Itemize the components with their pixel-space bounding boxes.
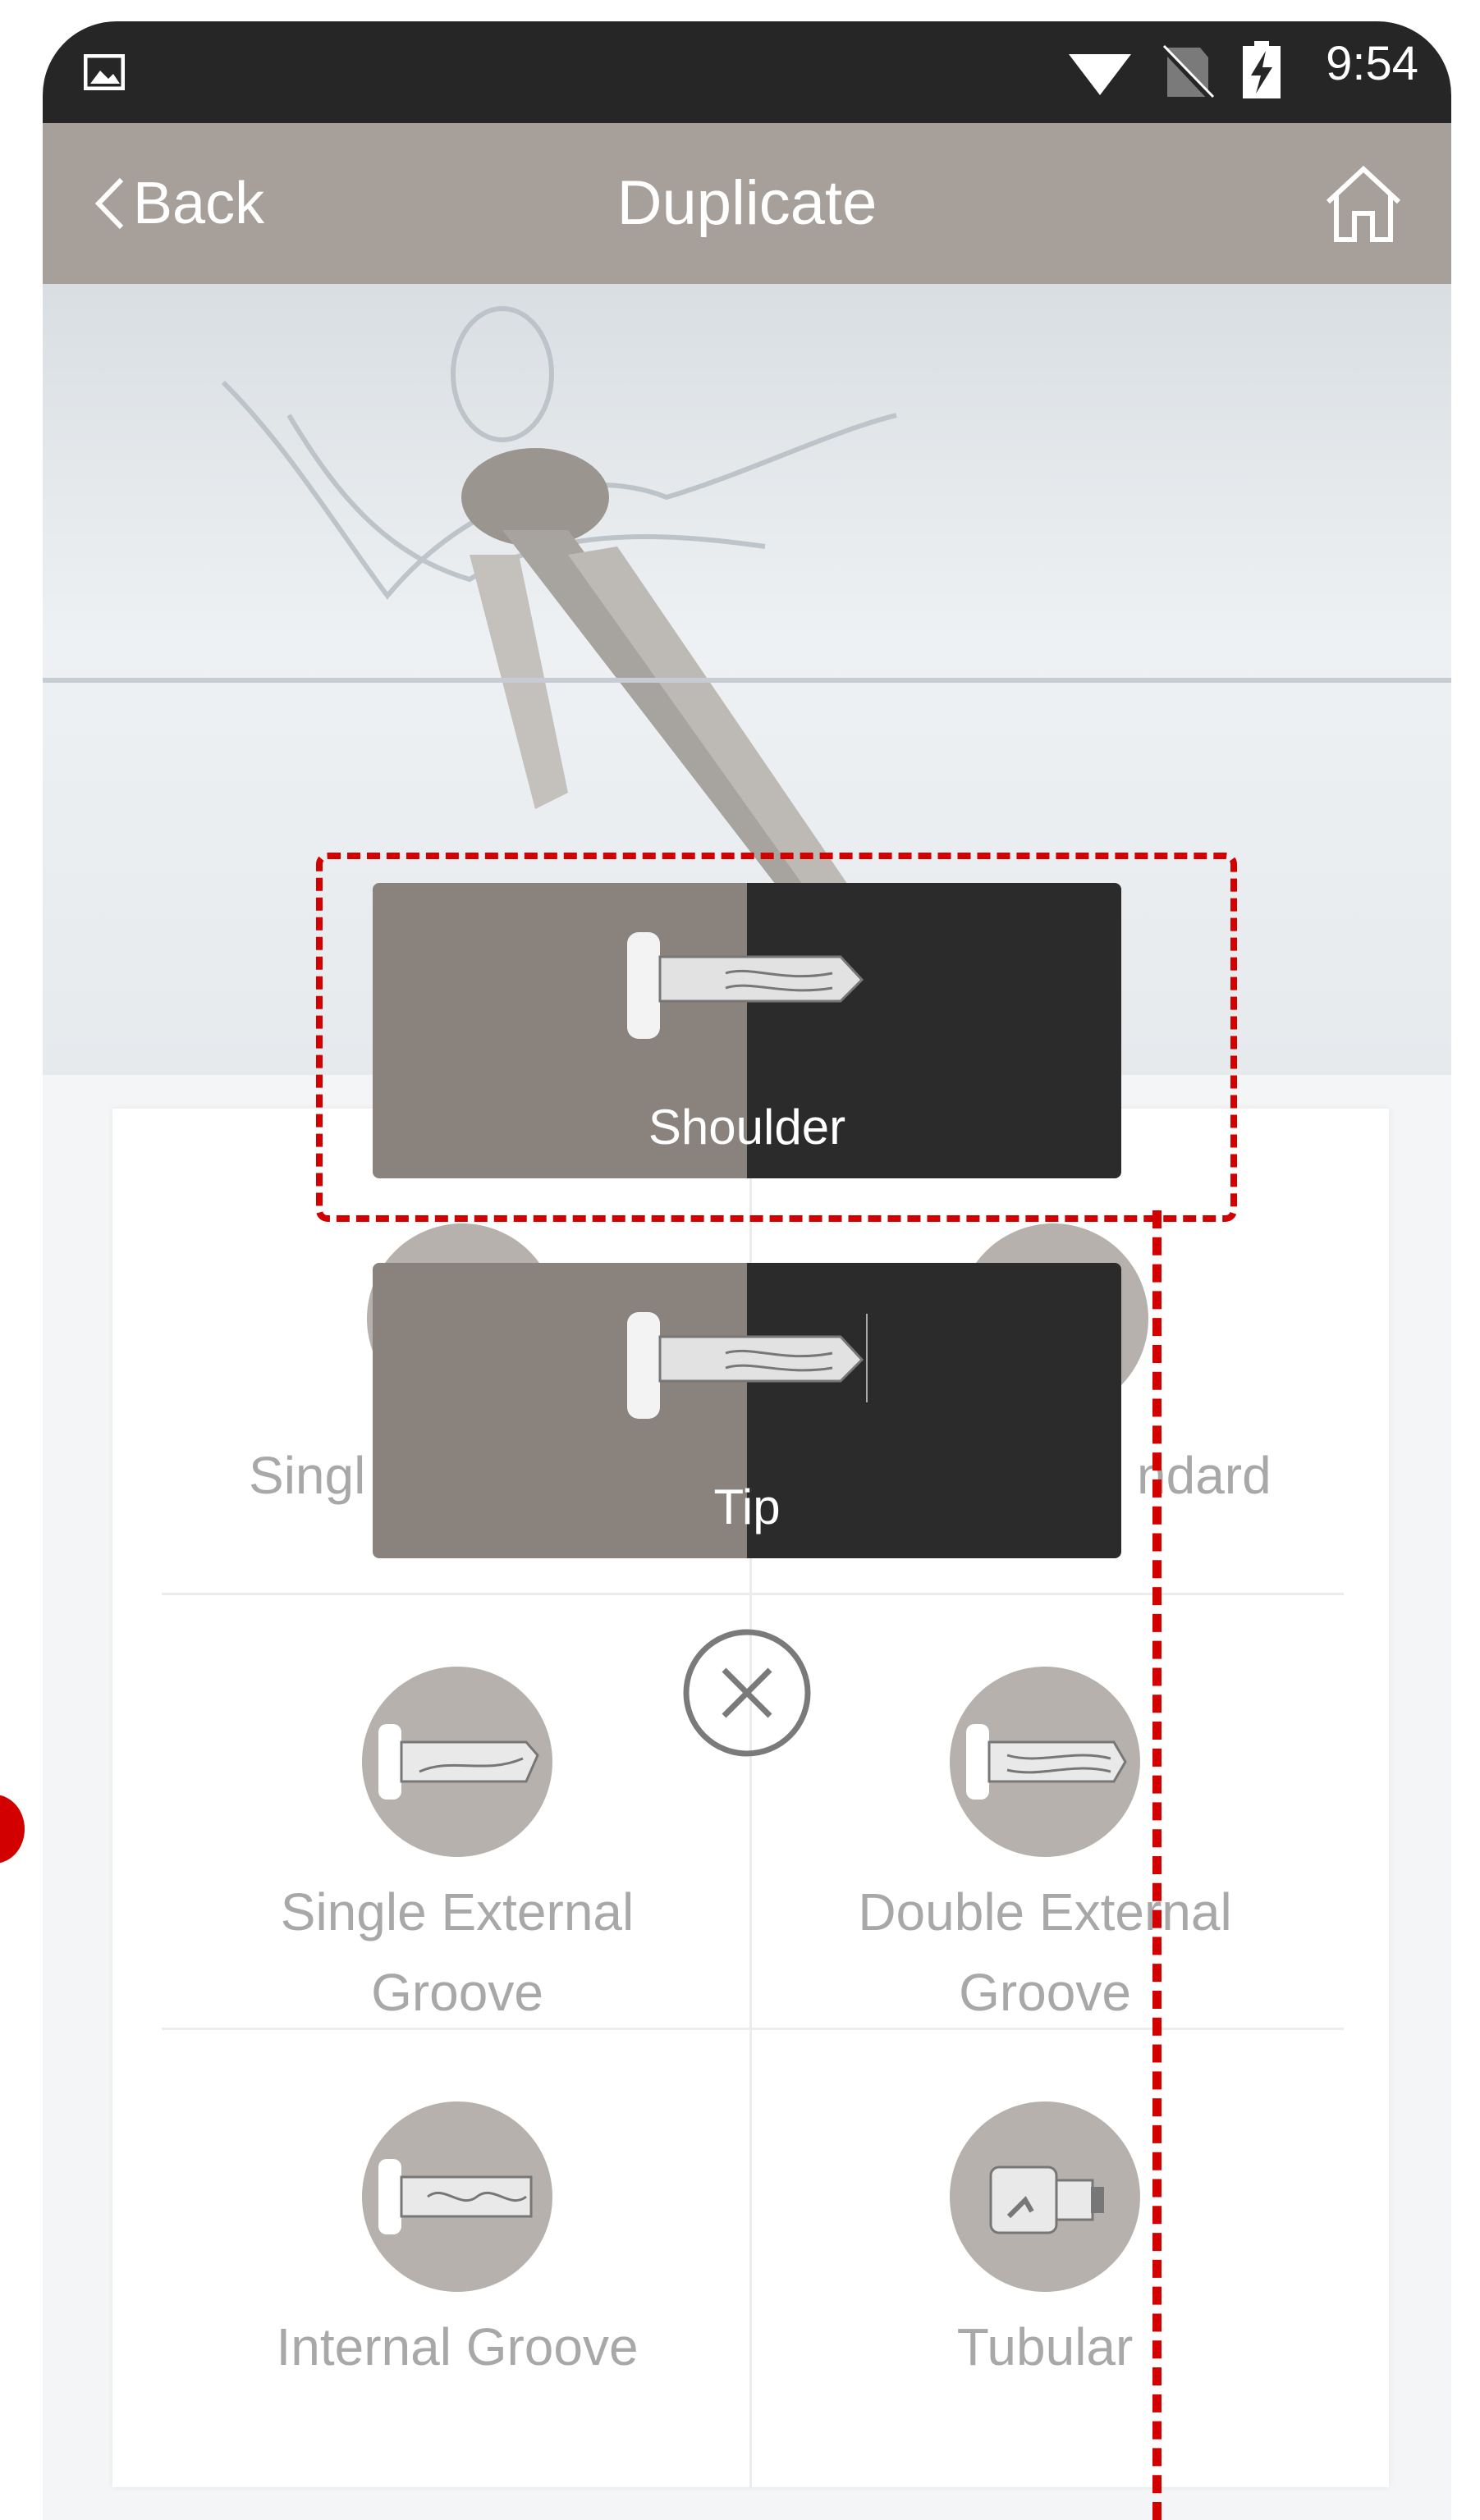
double-external-groove-key-icon	[950, 1667, 1140, 1857]
grid-divider	[162, 1593, 1344, 1595]
nav-bar: Back Duplicate	[43, 123, 1451, 284]
tip-option-label: Tip	[713, 1480, 781, 1534]
internal-groove-key-icon	[362, 2102, 552, 2292]
status-time: 9:54	[1326, 37, 1418, 90]
home-icon[interactable]	[1323, 162, 1404, 249]
close-button[interactable]	[680, 1626, 814, 1760]
key-type-label: Single External Groove	[280, 1882, 635, 2022]
key-type-label-partial: Singl	[249, 1446, 366, 1505]
annotation-marker	[0, 1795, 25, 1864]
key-type-label: Double External Groove	[858, 1882, 1232, 2022]
single-external-groove-key-icon	[362, 1667, 552, 1857]
status-icons	[1069, 39, 1299, 109]
wifi-icon	[1069, 54, 1131, 95]
battery-charging-icon	[1243, 41, 1281, 98]
annotation-pointer-line	[1152, 1210, 1162, 2520]
key-type-single-external-groove[interactable]: Single External Groove	[170, 1667, 745, 2033]
no-sim-icon	[1158, 43, 1216, 104]
key-type-tubular[interactable]: Tubular	[758, 2102, 1332, 2387]
page-title: Duplicate	[616, 168, 877, 238]
close-icon	[683, 1629, 811, 1757]
gallery-notification-icon	[83, 53, 126, 94]
phone-screen: 9:54 Back Duplicate Singl ndard Single E…	[43, 21, 1451, 2520]
highlight-annotation	[316, 853, 1237, 1222]
tip-option[interactable]: Tip	[373, 1263, 1121, 1558]
tubular-key-icon	[950, 2102, 1140, 2292]
status-bar: 9:54	[43, 21, 1451, 123]
key-type-internal-groove[interactable]: Internal Groove	[170, 2102, 745, 2387]
key-type-double-external-groove[interactable]: Double External Groove	[758, 1667, 1332, 2033]
key-type-label: Tubular	[956, 2317, 1134, 2376]
tip-key-icon	[627, 1312, 868, 1419]
key-type-label: Internal Groove	[276, 2317, 639, 2376]
hero-horizon-line	[43, 678, 1451, 683]
